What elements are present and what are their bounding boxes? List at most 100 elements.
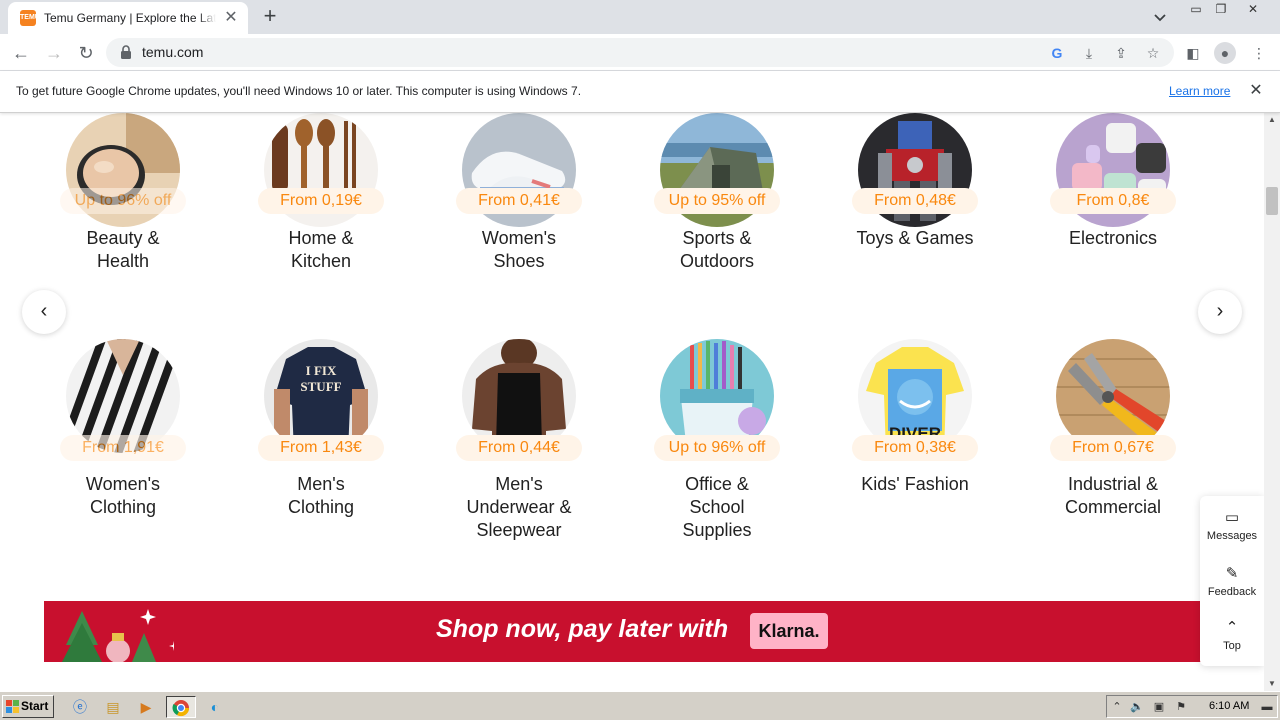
internet-explorer-icon[interactable]: ⓔ	[68, 696, 92, 718]
google-lens-icon[interactable]: G	[1048, 44, 1066, 62]
side-panel-icon[interactable]: ◧	[1182, 42, 1204, 64]
network-icon[interactable]: ▣	[1151, 699, 1167, 715]
clock: 6:10 AM	[1209, 700, 1250, 712]
carousel-prev-button[interactable]: ‹	[22, 290, 66, 334]
start-label: Start	[21, 699, 49, 713]
tab-title: Temu Germany | Explore the Latest Clothi…	[44, 11, 216, 25]
minimize-icon[interactable]: ▭	[1183, 0, 1209, 18]
scroll-down-arrow-icon[interactable]: ▼	[1264, 677, 1280, 691]
category-price: From 0,19€	[258, 188, 384, 214]
action-center-flag-icon[interactable]: ⚑	[1173, 699, 1189, 715]
category-name: Men's Underwear & Sleepwear	[466, 474, 572, 540]
restore-icon[interactable]: ❐	[1208, 0, 1234, 18]
shirt-text-1: I FIX	[306, 363, 337, 378]
messages-label: Messages	[1206, 530, 1258, 542]
file-explorer-icon[interactable]: ▤	[101, 696, 125, 718]
category-home-kitchen[interactable]: From 0,19€ Home & Kitchen	[231, 113, 411, 293]
window-close-icon[interactable]: ✕	[1240, 0, 1266, 18]
category-name: Electronics	[1068, 228, 1158, 248]
tray-expand-icon[interactable]: ⌃	[1109, 699, 1125, 715]
update-infobar: To get future Google Chrome updates, you…	[0, 71, 1280, 113]
install-app-icon[interactable]: ⤓	[1080, 44, 1098, 62]
edge-icon[interactable]: ◐	[203, 696, 227, 718]
top-label: Top	[1223, 640, 1241, 652]
category-price: Up to 96% off	[654, 435, 780, 461]
page-content: Up to 96% off Beauty & Health From 0,19€ …	[0, 113, 1264, 691]
klarna-logo: Klarna.	[750, 613, 828, 649]
tab-search-chevron-icon[interactable]	[1150, 7, 1170, 27]
category-womens-clothing[interactable]: From 1,91€ Women's Clothing	[33, 339, 213, 544]
scroll-up-arrow-icon[interactable]: ▲	[1264, 113, 1280, 127]
volume-icon[interactable]: 🔈	[1129, 699, 1145, 715]
category-price: From 0,67€	[1050, 435, 1176, 461]
category-electronics[interactable]: From 0,8€ Electronics	[1023, 113, 1203, 293]
category-name: Sports & Outdoors	[679, 228, 755, 271]
infobar-message: To get future Google Chrome updates, you…	[16, 84, 582, 98]
category-toys-games[interactable]: From 0,48€ Toys & Games	[825, 113, 1005, 293]
media-player-icon[interactable]: ▶	[134, 696, 158, 718]
christmas-tree-decoration-icon	[62, 609, 174, 662]
category-name: Home & Kitchen	[288, 228, 354, 271]
feedback-button[interactable]: ✎ Feedback	[1200, 560, 1264, 612]
chevron-up-icon: ⌃	[1225, 619, 1239, 636]
banner-text: Shop now, pay later with	[436, 615, 729, 643]
reload-icon[interactable]: ↻	[73, 40, 99, 66]
windows-logo-icon	[6, 700, 19, 713]
profile-avatar-icon[interactable]: ●	[1214, 42, 1236, 64]
category-price: From 0,8€	[1050, 188, 1176, 214]
category-price: From 0,44€	[456, 435, 582, 461]
category-name: Men's Clothing	[287, 474, 355, 517]
category-womens-shoes[interactable]: From 0,41€ Women's Shoes	[429, 113, 609, 293]
new-tab-icon[interactable]: +	[258, 5, 282, 29]
category-mens-clothing[interactable]: I FIX STUFF From 1,43€ Men's Clothing	[231, 339, 411, 544]
category-price: Up to 95% off	[654, 188, 780, 214]
back-to-top-button[interactable]: ⌃ Top	[1200, 614, 1264, 666]
lock-icon	[121, 45, 131, 59]
category-mens-underwear-sleepwear[interactable]: From 0,44€ Men's Underwear & Sleepwear	[429, 339, 609, 544]
chat-bubble-icon: ▭	[1224, 509, 1240, 526]
bookmark-star-icon[interactable]: ☆	[1144, 44, 1162, 62]
category-beauty-health[interactable]: Up to 96% off Beauty & Health	[33, 113, 213, 293]
infobar-close-icon[interactable]: ✕	[1246, 81, 1266, 101]
browser-toolbar: ← → ↻ temu.com G ⤓ ⇪ ☆ ◧ ● ⋮	[0, 34, 1280, 71]
menu-kebab-icon[interactable]: ⋮	[1248, 42, 1270, 64]
windows-taskbar: Start ⓔ ▤ ▶ ◐ ⌃ 🔈 ▣ ⚑ 6:10 AM ▬	[0, 691, 1280, 720]
category-name: Women's Shoes	[481, 228, 557, 271]
learn-more-link[interactable]: Learn more	[1169, 84, 1230, 98]
chevron-right-icon: ›	[1216, 300, 1224, 322]
start-button[interactable]: Start	[2, 695, 54, 718]
url-text: temu.com	[142, 44, 204, 60]
chevron-left-icon: ‹	[40, 300, 48, 322]
scroll-thumb[interactable]	[1266, 187, 1278, 215]
messages-button[interactable]: ▭ Messages	[1200, 504, 1264, 556]
klarna-banner[interactable]: Shop now, pay later with Klarna.	[44, 601, 1220, 662]
category-name: Women's Clothing	[85, 474, 161, 517]
category-kids-fashion[interactable]: DIVER From 0,38€ Kids' Fashion	[825, 339, 1005, 544]
category-price: From 0,48€	[852, 188, 978, 214]
system-tray: ⌃ 🔈 ▣ ⚑ 6:10 AM ▬	[1106, 695, 1278, 718]
category-sports-outdoors[interactable]: Up to 95% off Sports & Outdoors	[627, 113, 807, 293]
forward-icon[interactable]: →	[41, 40, 67, 66]
back-icon[interactable]: ←	[8, 40, 34, 66]
tab-close-icon[interactable]: ✕	[222, 9, 240, 27]
category-office-school-supplies[interactable]: Up to 96% off Office & School Supplies	[627, 339, 807, 544]
tab-strip: TEMU Temu Germany | Explore the Latest C…	[0, 0, 1280, 34]
category-industrial-commercial[interactable]: From 0,67€ Industrial & Commercial	[1023, 339, 1203, 544]
temu-favicon-icon: TEMU	[20, 10, 40, 26]
category-price: From 1,91€	[60, 435, 186, 461]
show-desktop-icon[interactable]: ▬	[1259, 699, 1275, 715]
tab-temu[interactable]: TEMU Temu Germany | Explore the Latest C…	[8, 2, 248, 34]
floating-side-panel: ▭ Messages ✎ Feedback ⌃ Top	[1200, 496, 1264, 666]
carousel-next-button[interactable]: ›	[1198, 290, 1242, 334]
address-bar[interactable]: temu.com G ⤓ ⇪ ☆	[106, 38, 1174, 67]
page-scrollbar[interactable]: ▲ ▼	[1264, 113, 1280, 691]
share-icon[interactable]: ⇪	[1112, 44, 1130, 62]
category-name: Kids' Fashion	[861, 474, 969, 494]
category-name: Toys & Games	[856, 228, 974, 248]
category-price: From 1,43€	[258, 435, 384, 461]
feedback-label: Feedback	[1207, 586, 1257, 598]
category-name: Beauty & Health	[86, 228, 160, 271]
feedback-edit-icon: ✎	[1225, 565, 1239, 582]
chrome-taskbar-icon[interactable]	[166, 696, 196, 718]
category-price: Up to 96% off	[60, 188, 186, 214]
